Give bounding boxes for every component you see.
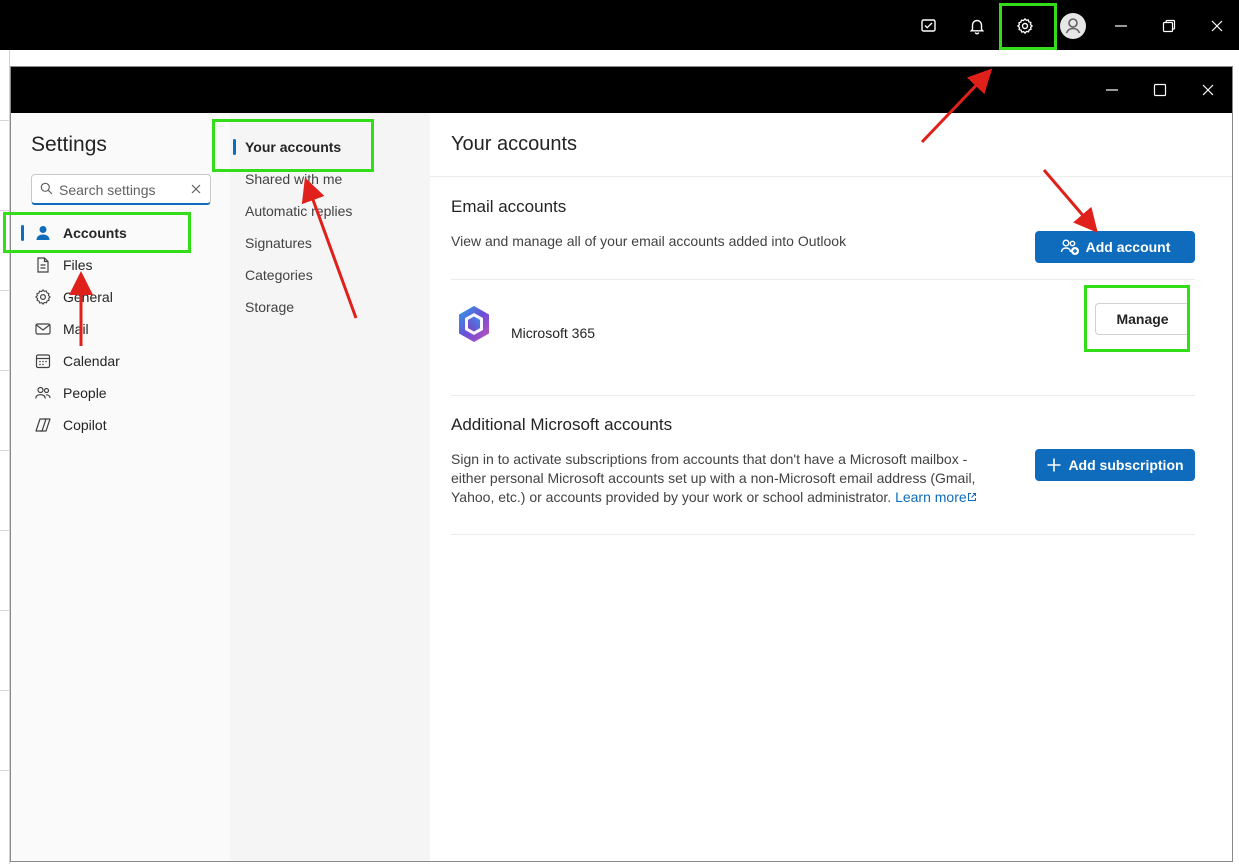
nav-item-label: People [63, 385, 107, 401]
search-input[interactable] [59, 179, 184, 201]
app-top-bar [0, 0, 1239, 50]
bell-icon[interactable] [962, 11, 992, 41]
nav-item-label: Files [63, 257, 93, 273]
subnav-item-label: Categories [245, 267, 313, 283]
subnav-item-storage[interactable]: Storage [245, 294, 294, 320]
maximize-icon[interactable] [1149, 79, 1171, 101]
nav-item-people[interactable]: People [19, 378, 219, 408]
calendar-icon [33, 351, 53, 371]
nav-item-label: General [63, 289, 113, 305]
microsoft-365-logo-icon [453, 303, 495, 345]
description-text: Yahoo, etc.) or accounts provided by you… [451, 489, 892, 505]
nav-item-copilot[interactable]: Copilot [19, 410, 219, 440]
add-person-icon [1060, 238, 1080, 256]
email-accounts-description: View and manage all of your email accoun… [451, 233, 847, 249]
restore-icon[interactable] [1154, 11, 1184, 41]
page-title: Your accounts [451, 133, 578, 155]
subnav-item-automatic-replies[interactable]: Automatic replies [245, 198, 352, 224]
subnav-item-label: Storage [245, 299, 295, 315]
minimize-icon[interactable] [1101, 79, 1123, 101]
account-name: Microsoft 365 [511, 325, 596, 341]
add-account-button[interactable]: Add account [1035, 231, 1195, 263]
person-icon [33, 223, 53, 243]
email-accounts-heading: Email accounts [451, 197, 567, 216]
description-line: either personal Microsoft accounts set u… [451, 470, 976, 486]
external-link-icon [967, 489, 977, 505]
additional-accounts-description: Sign in to activate subscriptions from a… [451, 450, 977, 507]
divider [451, 279, 1195, 280]
additional-accounts-heading: Additional Microsoft accounts [451, 415, 673, 434]
subnav-item-label: Automatic replies [245, 203, 353, 219]
copilot-icon [33, 415, 53, 435]
divider [451, 534, 1195, 535]
people-icon [33, 383, 53, 403]
add-subscription-button[interactable]: Add subscription [1035, 449, 1195, 481]
nav-item-general[interactable]: General [19, 282, 219, 312]
settings-dialog: Settings Accounts Files [10, 66, 1233, 862]
close-icon[interactable] [1197, 79, 1219, 101]
description-line: Yahoo, etc.) or accounts provided by you… [451, 488, 977, 507]
nav-item-accounts[interactable]: Accounts [19, 218, 219, 248]
nav-item-label: Calendar [63, 353, 120, 369]
active-indicator [21, 225, 24, 241]
tasks-icon[interactable] [914, 11, 944, 41]
mail-icon [33, 319, 53, 339]
plus-icon [1046, 457, 1062, 473]
learn-more-link[interactable]: Learn more [895, 489, 967, 505]
settings-title: Settings [31, 133, 107, 156]
nav-item-mail[interactable]: Mail [19, 314, 219, 344]
subnav-item-categories[interactable]: Categories [245, 262, 313, 288]
nav-item-label: Copilot [63, 417, 107, 433]
nav-item-label: Mail [63, 321, 89, 337]
subnav-item-label: Your accounts [245, 139, 342, 155]
clear-icon[interactable] [190, 182, 202, 200]
settings-content: Your accounts Email accounts View and ma… [430, 113, 1232, 861]
divider [451, 395, 1195, 396]
dialog-title-bar [11, 67, 1232, 113]
subnav-item-signatures[interactable]: Signatures [245, 230, 312, 256]
close-icon[interactable] [1202, 11, 1232, 41]
accounts-subnav: Your accounts Shared with me Automatic r… [230, 113, 430, 861]
subnav-item-label: Shared with me [245, 171, 343, 187]
subnav-item-label: Signatures [245, 235, 312, 251]
avatar-icon[interactable] [1058, 11, 1088, 41]
add-subscription-label: Add subscription [1068, 457, 1184, 473]
background-app-sliver [0, 50, 10, 864]
subnav-item-your-accounts[interactable]: Your accounts [233, 134, 342, 160]
gear-icon[interactable] [1010, 11, 1040, 41]
search-box[interactable] [31, 174, 211, 205]
subnav-item-shared-with-me[interactable]: Shared with me [245, 166, 342, 192]
nav-item-label: Accounts [63, 225, 127, 241]
nav-item-calendar[interactable]: Calendar [19, 346, 219, 376]
active-indicator [233, 139, 236, 155]
file-icon [33, 255, 53, 275]
settings-nav: Settings Accounts Files [11, 113, 230, 861]
gear-icon [33, 287, 53, 307]
minimize-icon[interactable] [1106, 11, 1136, 41]
nav-item-files[interactable]: Files [19, 250, 219, 280]
divider [430, 176, 1232, 177]
add-account-label: Add account [1085, 239, 1171, 255]
manage-button[interactable]: Manage [1095, 303, 1190, 335]
search-icon [40, 182, 53, 200]
description-line: Sign in to activate subscriptions from a… [451, 451, 968, 467]
